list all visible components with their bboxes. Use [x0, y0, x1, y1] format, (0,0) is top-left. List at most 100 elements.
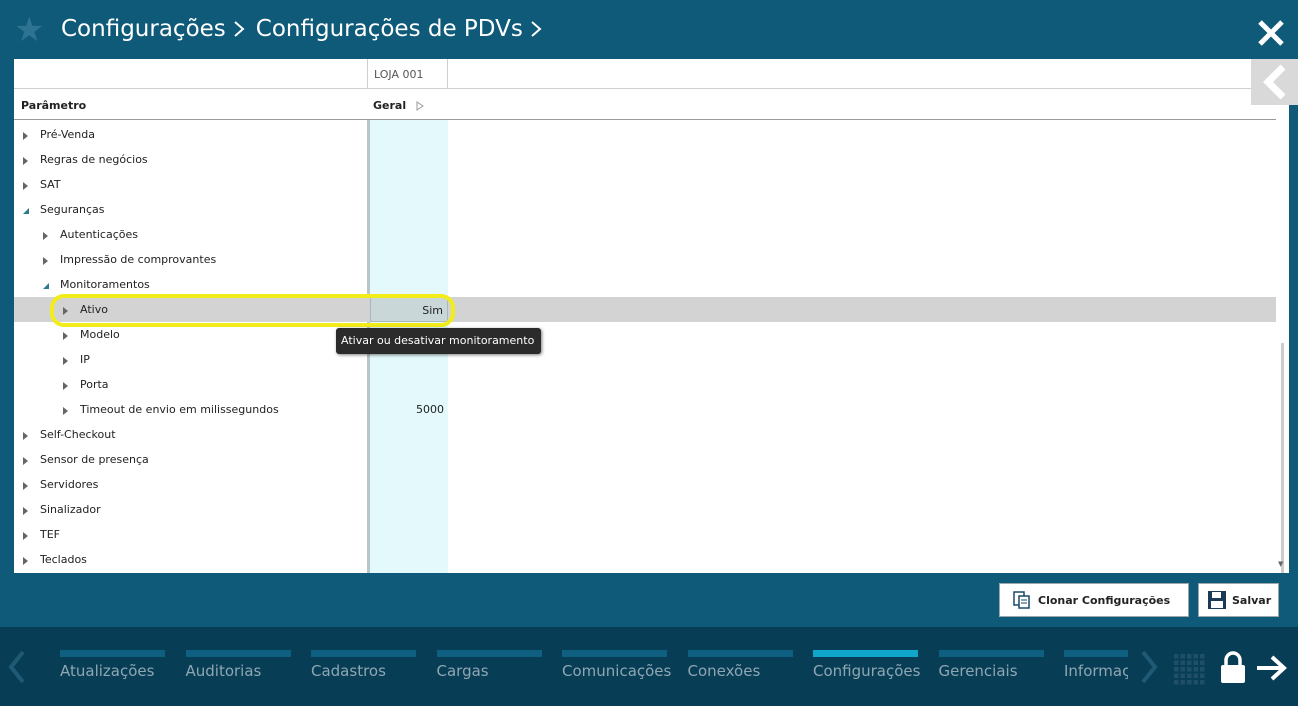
scrollbar-thumb[interactable]	[1281, 343, 1284, 573]
tree-row-value[interactable]	[370, 197, 448, 222]
collapsed-caret-icon[interactable]	[43, 230, 49, 240]
collapsed-caret-icon[interactable]	[23, 155, 29, 165]
tree-row[interactable]: Monitoramentos	[14, 272, 1276, 297]
nav-tab-label: Auditorias	[185, 662, 262, 680]
tree-row-value[interactable]	[370, 522, 448, 547]
tree-row[interactable]: Sensor de presença	[14, 447, 1276, 472]
collapsed-caret-icon[interactable]	[63, 405, 69, 415]
tree-row-value[interactable]: 5000	[370, 397, 448, 422]
tree-row-label: Modelo	[80, 328, 120, 341]
collapsed-caret-icon[interactable]	[63, 355, 69, 365]
tree-row-label: Ativo	[80, 303, 108, 316]
nav-tab-indicator	[1064, 650, 1128, 657]
tree-row[interactable]: Servidores	[14, 472, 1276, 497]
column-header-row: Parâmetro Geral	[14, 89, 1276, 120]
tree-row[interactable]: Teclados	[14, 547, 1276, 572]
collapsed-caret-icon[interactable]	[23, 180, 29, 190]
tooltip: Ativar ou desativar monitoramento	[336, 328, 541, 354]
caret-right-icon[interactable]	[416, 100, 425, 111]
nav-tab-label: Atualizações	[60, 662, 155, 680]
tree-row-label: Servidores	[40, 478, 99, 491]
lock-icon[interactable]	[1220, 651, 1246, 684]
expanded-caret-icon[interactable]	[43, 280, 49, 289]
nav-tab-indicator	[185, 650, 291, 657]
tree-row[interactable]: IP	[14, 347, 1276, 372]
scroll-down-icon[interactable]: ▼	[1278, 560, 1283, 568]
tree-row[interactable]: ModeloNenhum	[14, 322, 1276, 347]
bottom-nav: Atualizações Auditorias Cadastros Cargas Com…	[0, 627, 1298, 706]
chevron-right-icon	[529, 19, 543, 39]
collapsed-caret-icon[interactable]	[63, 380, 69, 390]
chevron-right-icon[interactable]	[1140, 650, 1158, 684]
apps-grid-icon[interactable]	[1173, 653, 1205, 685]
tree-row-value[interactable]	[370, 447, 448, 472]
collapsed-caret-icon[interactable]	[63, 305, 69, 315]
save-button[interactable]: Salvar	[1198, 583, 1279, 617]
nav-tab-label: Cadastros	[311, 662, 386, 680]
tree-row-value[interactable]	[370, 147, 448, 172]
group-column-label: Geral	[373, 99, 407, 112]
collapsed-caret-icon[interactable]	[23, 130, 29, 140]
tree-row-label: Pré-Venda	[40, 128, 95, 141]
tree-row-value[interactable]	[370, 372, 448, 397]
tree-row-label: Self-Checkout	[40, 428, 116, 441]
nav-tab-label: Cargas	[436, 662, 489, 680]
nav-tab-label: Gerenciais	[938, 662, 1018, 680]
nav-tab-label: Conexões	[687, 662, 761, 680]
collapsed-caret-icon[interactable]	[43, 255, 49, 265]
store-column-header[interactable]: LOJA 001	[367, 59, 448, 89]
tree-row-value[interactable]	[370, 497, 448, 522]
close-icon[interactable]	[1256, 18, 1286, 48]
tree-row-value[interactable]: Sim	[370, 297, 448, 322]
tree-row-value[interactable]	[370, 422, 448, 447]
star-icon[interactable]: ★	[14, 12, 50, 48]
tree-row-label: Timeout de envio em milissegundos	[80, 403, 279, 416]
collapsed-caret-icon[interactable]	[23, 555, 29, 565]
tree-row-value[interactable]	[370, 247, 448, 272]
tree-row[interactable]: Porta	[14, 372, 1276, 397]
tree-row[interactable]: Autenticações	[14, 222, 1276, 247]
breadcrumb-item-configuracoes-pdvs[interactable]: Configurações de PDVs	[256, 16, 523, 42]
vertical-scrollbar[interactable]: ▼	[1276, 120, 1289, 573]
nav-tab-indicator	[938, 650, 1044, 657]
nav-tab-indicator	[436, 650, 542, 657]
chevron-right-icon	[232, 19, 246, 39]
tree-row-value[interactable]	[370, 122, 448, 147]
tree-row-value[interactable]	[370, 272, 448, 297]
clone-config-button[interactable]: Clonar Configurações	[999, 583, 1189, 617]
tree-row-value[interactable]	[370, 472, 448, 497]
copy-icon	[1012, 590, 1032, 610]
logout-arrow-icon[interactable]	[1256, 655, 1288, 681]
collapsed-caret-icon[interactable]	[23, 455, 29, 465]
collapsed-caret-icon[interactable]	[23, 505, 29, 515]
tree-row[interactable]: Pré-Venda	[14, 122, 1276, 147]
collapsed-caret-icon[interactable]	[23, 430, 29, 440]
tree-row[interactable]: Timeout de envio em milissegundos 5000	[14, 397, 1276, 422]
breadcrumb-item-configuracoes[interactable]: Configurações	[61, 16, 226, 42]
chevron-left-icon	[1263, 64, 1286, 100]
tree-row-label: IP	[80, 353, 90, 366]
tree-row[interactable]: Seguranças	[14, 197, 1276, 222]
tree-row[interactable]: Impressão de comprovantes	[14, 247, 1276, 272]
tree-row[interactable]: Self-Checkout	[14, 422, 1276, 447]
nav-tab-label: Comunicações	[562, 662, 672, 680]
tree-row-label: Sinalizador	[40, 503, 101, 516]
tree-row-value[interactable]	[370, 172, 448, 197]
collapse-panel-button[interactable]	[1251, 59, 1298, 105]
tree-row-label: Porta	[80, 378, 109, 391]
param-column-header: Parâmetro	[21, 99, 87, 112]
tree-row-value[interactable]	[370, 222, 448, 247]
nav-tab-indicator	[813, 650, 918, 657]
tree-row[interactable]: Ativo Sim	[14, 297, 1276, 322]
tree-row[interactable]: Regras de negócios	[14, 147, 1276, 172]
tree-row[interactable]: SAT	[14, 172, 1276, 197]
expanded-caret-icon[interactable]	[23, 205, 29, 214]
tree-row-value[interactable]	[370, 547, 448, 572]
collapsed-caret-icon[interactable]	[23, 530, 29, 540]
tree-row[interactable]: Sinalizador	[14, 497, 1276, 522]
tree-row[interactable]: TEF	[14, 522, 1276, 547]
group-column-header[interactable]: Geral	[373, 99, 425, 112]
collapsed-caret-icon[interactable]	[63, 330, 69, 340]
collapsed-caret-icon[interactable]	[23, 480, 29, 490]
store-header-row: LOJA 001	[14, 59, 1276, 89]
